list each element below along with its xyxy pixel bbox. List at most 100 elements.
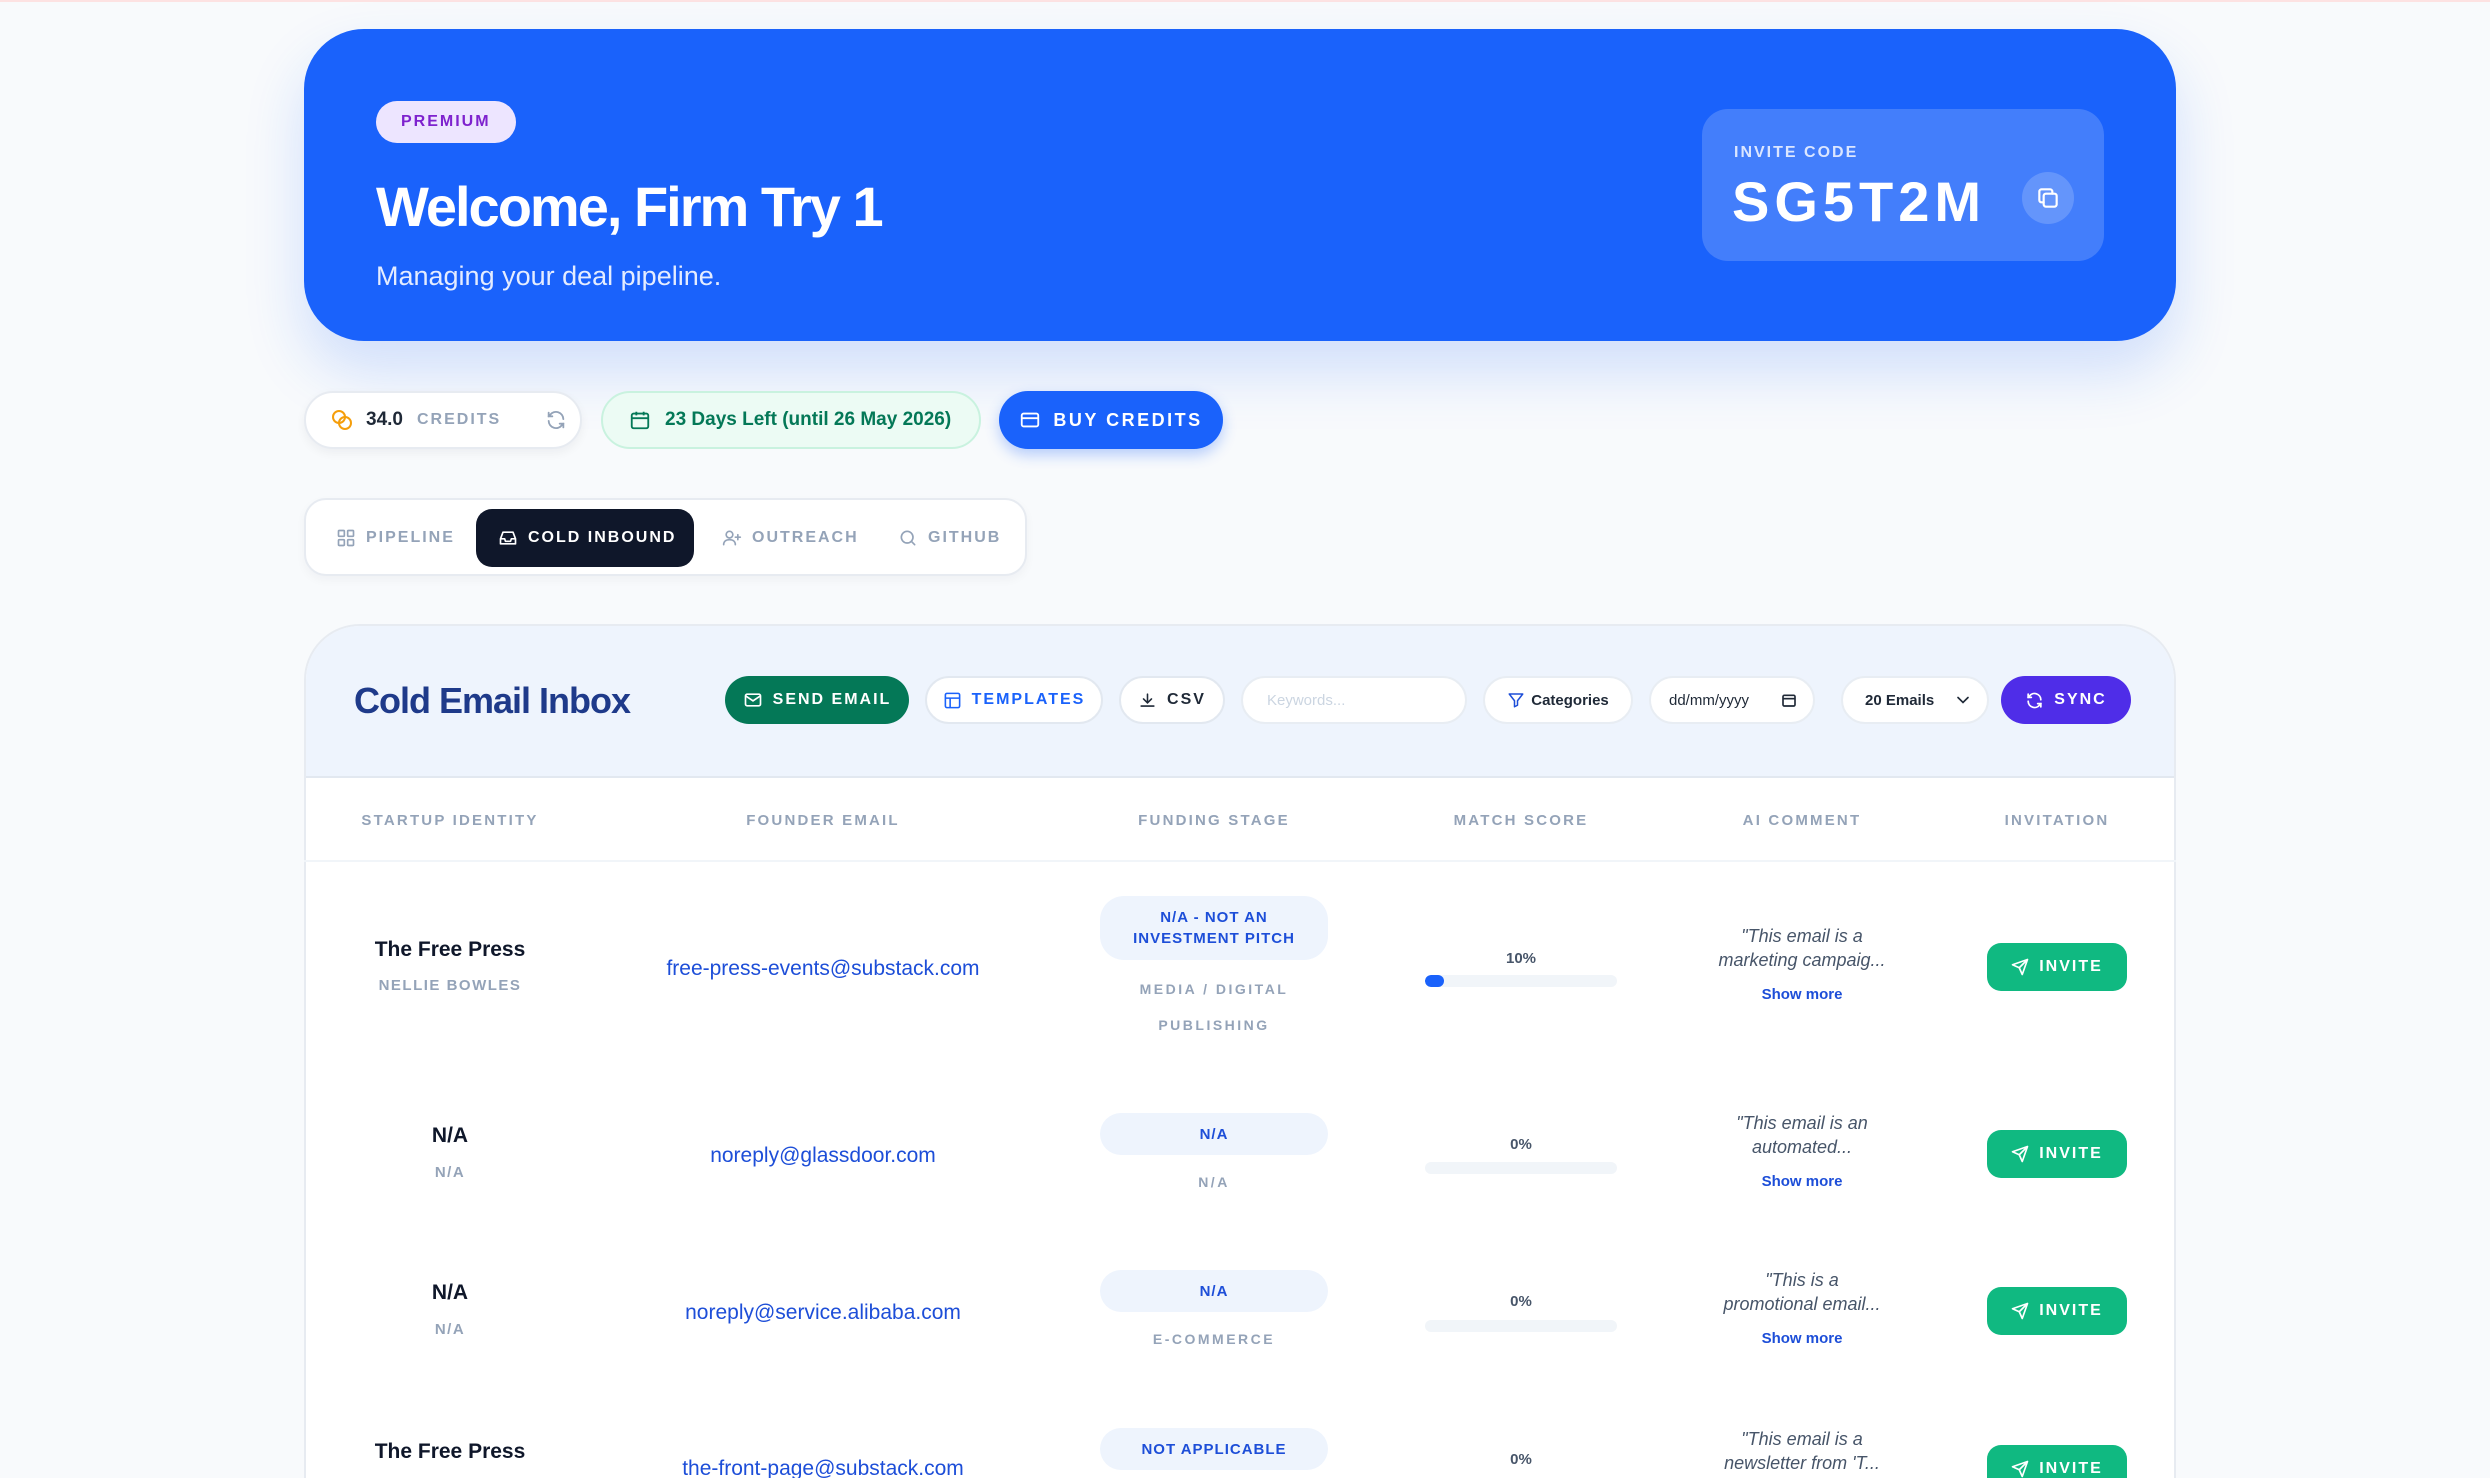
show-more-link[interactable]: Show more	[1762, 986, 1843, 1003]
column-header-invitation[interactable]: INVITATION	[2005, 812, 2110, 829]
startup-name: N/A	[431, 1281, 469, 1304]
ai-comment-line: "This is a	[1765, 1270, 1839, 1290]
layout-icon	[944, 692, 961, 708]
refresh-icon	[547, 411, 565, 429]
column-header-match-score[interactable]: MATCH SCORE	[1454, 812, 1589, 829]
invite-code-label: INVITE CODE	[1734, 144, 1859, 161]
stage-line: N/A - NOT AN	[1160, 909, 1268, 926]
invite-label: INVITE	[2039, 1302, 2103, 1319]
buy-credits-label: BUY CREDITS	[1053, 409, 1203, 430]
founder-email-link[interactable]: noreply@service.alibaba.com	[685, 1301, 961, 1325]
grid-icon	[337, 529, 355, 547]
category-text: PUBLISHING	[1158, 1017, 1270, 1033]
send-email-button[interactable]: SEND EMAIL	[725, 676, 909, 724]
categories-filter-button[interactable]: Categories	[1483, 676, 1633, 724]
tab-label: COLD INBOUND	[528, 529, 677, 546]
keyword-search-field[interactable]	[1241, 676, 1467, 724]
emails-count-select[interactable]: 20 Emails	[1841, 676, 1989, 724]
main-tabs: PIPELINE COLD INBOUND OUTREACH GITHUB	[304, 498, 1027, 576]
startup-name: The Free Press	[374, 938, 526, 961]
inbox-title: Cold Email Inbox	[354, 680, 631, 721]
funding-stage-badge: NOT APPLICABLE	[1100, 1428, 1328, 1470]
templates-label: TEMPLATES	[971, 691, 1086, 708]
founder-email-link[interactable]: the-front-page@substack.com	[682, 1457, 964, 1478]
credits-unit: CREDITS	[416, 411, 502, 428]
welcome-subtitle: Managing your deal pipeline.	[376, 261, 722, 291]
credit-card-icon	[1021, 412, 1040, 428]
ai-comment-line: "This email is an	[1736, 1113, 1868, 1133]
premium-badge: PREMIUM	[376, 101, 516, 143]
ai-comment-line: "This email is a	[1741, 1429, 1863, 1449]
tab-label: GITHUB	[928, 529, 1002, 546]
match-score-bar	[1425, 975, 1617, 987]
column-header-ai-comment[interactable]: AI COMMENT	[1743, 812, 1862, 829]
invite-label: INVITE	[2039, 1145, 2103, 1162]
invite-button[interactable]: INVITE	[1987, 1287, 2127, 1335]
stage-line: N/A	[1199, 1282, 1229, 1300]
match-score-label: 10%	[1505, 950, 1537, 967]
user-plus-icon	[722, 530, 742, 546]
ai-comment-line: newsletter from 'T...	[1724, 1453, 1880, 1473]
date-filter-input[interactable]: dd/mm/yyyy	[1649, 676, 1815, 724]
search-icon	[900, 530, 916, 546]
filter-icon	[1508, 693, 1524, 708]
tab-cold-inbound[interactable]: COLD INBOUND	[476, 509, 694, 567]
stage-line: INVESTMENT PITCH	[1133, 930, 1295, 947]
sync-button[interactable]: SYNC	[2001, 676, 2131, 724]
column-header-startup[interactable]: STARTUP IDENTITY	[361, 812, 538, 829]
startup-name: The Free Press	[374, 1440, 526, 1463]
refresh-credits-button[interactable]	[545, 409, 567, 431]
mail-icon	[744, 693, 761, 707]
match-score-fill	[1425, 975, 1445, 987]
refresh-icon	[2027, 692, 2042, 708]
match-score-label: 0%	[1510, 1136, 1532, 1153]
invite-button[interactable]: INVITE	[1987, 1130, 2127, 1178]
ai-comment-line: promotional email...	[1723, 1294, 1881, 1314]
tab-github[interactable]: GITHUB	[876, 509, 1016, 567]
show-more-link[interactable]: Show more	[1762, 1330, 1843, 1347]
founder-email-link[interactable]: free-press-events@substack.com	[666, 957, 979, 981]
tab-label: OUTREACH	[752, 529, 859, 546]
tab-outreach[interactable]: OUTREACH	[700, 509, 870, 567]
send-icon	[2011, 1302, 2029, 1320]
column-header-funding-stage[interactable]: FUNDING STAGE	[1138, 812, 1290, 829]
emails-count-value: 20 Emails	[1865, 691, 1935, 709]
funding-stage-badge: N/A	[1100, 1113, 1328, 1155]
tab-label: PIPELINE	[366, 529, 455, 546]
founder-email-link[interactable]: noreply@glassdoor.com	[710, 1144, 936, 1168]
calendar-icon	[630, 411, 650, 430]
founder-name: N/A	[434, 1164, 466, 1181]
header-divider	[304, 860, 2176, 862]
keyword-search-input[interactable]	[1267, 691, 1447, 709]
funding-stage-badge: N/A - NOT AN INVESTMENT PITCH	[1100, 896, 1328, 960]
invite-button[interactable]: INVITE	[1987, 1445, 2127, 1478]
coins-icon	[332, 410, 352, 430]
inbox-icon	[499, 531, 517, 545]
ai-comment-line: "This email is a	[1741, 926, 1863, 946]
funding-stage-badge: N/A	[1100, 1270, 1328, 1312]
stage-line: N/A	[1199, 1125, 1229, 1143]
column-header-founder-email[interactable]: FOUNDER EMAIL	[746, 812, 900, 829]
category-text: N/A	[1198, 1174, 1230, 1190]
category-text: E-COMMERCE	[1152, 1331, 1276, 1347]
stage-line: NOT APPLICABLE	[1141, 1440, 1287, 1458]
buy-credits-button[interactable]: BUY CREDITS	[999, 391, 1223, 449]
invite-code-card: INVITE CODE SG5T2M	[1702, 109, 2104, 261]
inbox-toolbar: Cold Email Inbox SEND EMAIL TEMPLATES CS…	[306, 626, 2174, 778]
invite-code-value: SG5T2M	[1732, 170, 1987, 233]
csv-download-button[interactable]: CSV	[1119, 676, 1225, 724]
templates-button[interactable]: TEMPLATES	[925, 676, 1103, 724]
categories-label: Categories	[1531, 691, 1609, 709]
send-icon	[2011, 1460, 2029, 1478]
copy-code-button[interactable]	[2022, 172, 2074, 224]
category-text: MEDIA / DIGITAL	[1139, 981, 1289, 997]
match-score-label: 0%	[1510, 1451, 1532, 1468]
credits-pill: 34.0 CREDITS	[304, 391, 582, 449]
welcome-banner: PREMIUM Welcome, Firm Try 1 Managing you…	[304, 29, 2176, 341]
tab-pipeline[interactable]: PIPELINE	[314, 509, 464, 567]
send-icon	[2011, 958, 2029, 976]
founder-name: N/A	[434, 1321, 466, 1338]
invite-button[interactable]: INVITE	[1987, 943, 2127, 991]
calendar-icon	[1782, 694, 1796, 707]
show-more-link[interactable]: Show more	[1762, 1173, 1843, 1190]
